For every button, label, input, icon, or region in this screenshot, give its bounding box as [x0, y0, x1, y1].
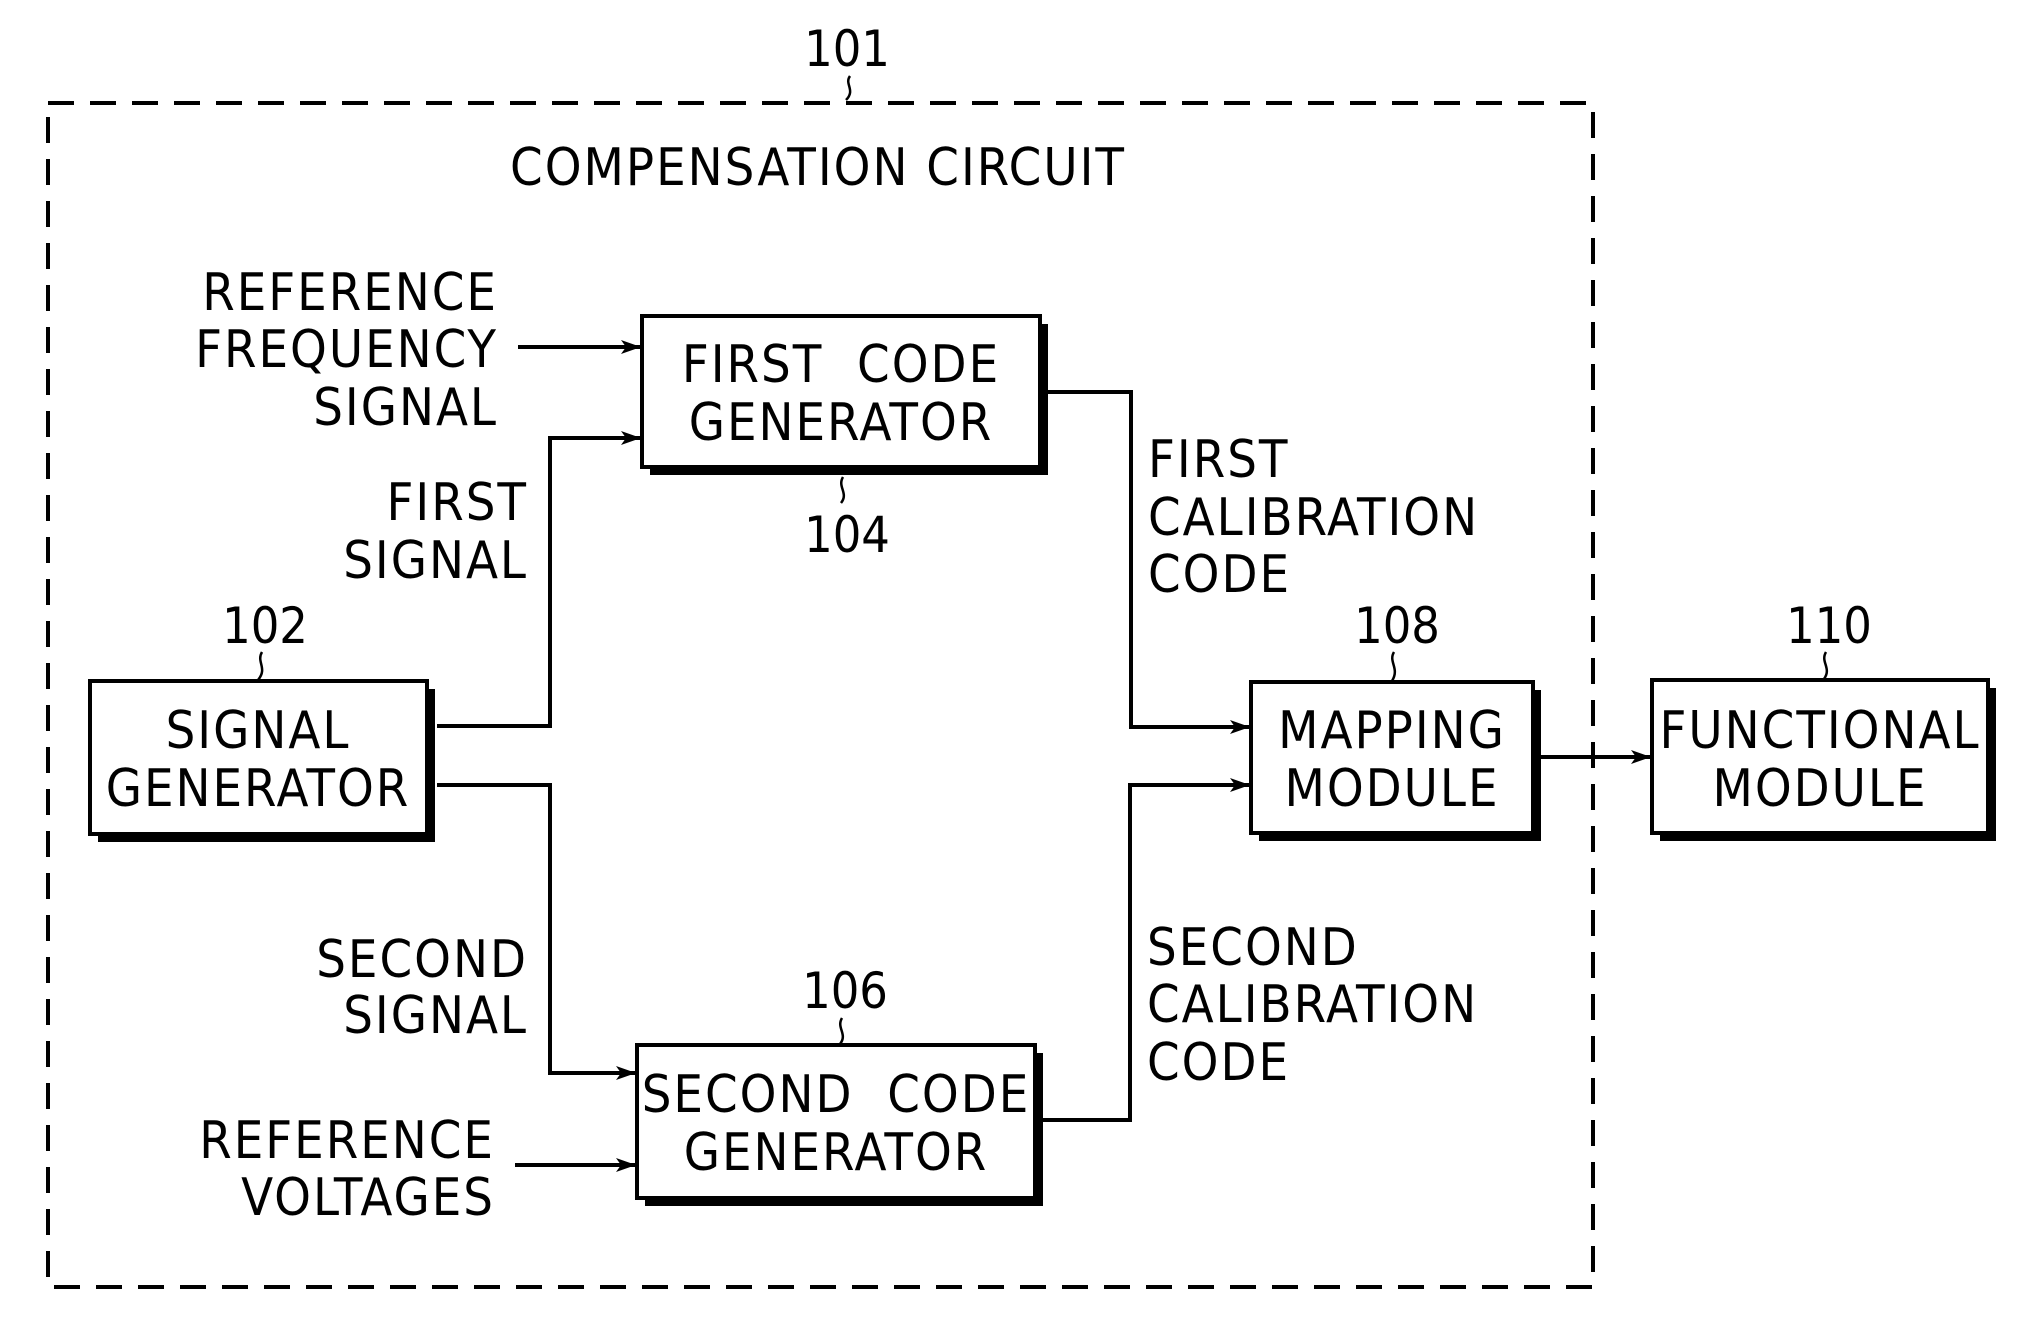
mapping-module-label-line2: MODULE — [1284, 759, 1499, 819]
first-calibration-code-label-line2: CALIBRATION — [1148, 488, 1479, 548]
first-code-generator-leader — [839, 476, 846, 504]
second-calibration-code-label-line2: CALIBRATION — [1147, 975, 1478, 1035]
signal-generator-label-line1: SIGNAL — [166, 701, 351, 761]
mapping-module-ref: 108 — [1354, 597, 1440, 655]
second-code-generator-block: SECOND CODE GENERATOR 106 — [635, 962, 1043, 1206]
first-calibration-code-label-line1: FIRST — [1148, 430, 1289, 490]
functional-module-block: FUNCTIONAL MODULE 110 — [1650, 597, 1996, 841]
signal-generator-block: SIGNAL GENERATOR 102 — [88, 597, 435, 842]
signal-generator-leader — [256, 651, 264, 681]
container-leader-line — [845, 75, 852, 101]
first-code-generator-label-line1: FIRST CODE — [682, 335, 1000, 395]
first-code-generator-ref: 104 — [804, 506, 890, 564]
mapping-module-leader — [1390, 651, 1397, 682]
mapping-module-label-line1: MAPPING — [1278, 701, 1506, 761]
reference-frequency-label-line2: FREQUENCY — [195, 320, 498, 380]
container-title: COMPENSATION CIRCUIT — [510, 138, 1126, 198]
signal-generator-label-line2: GENERATOR — [106, 759, 411, 819]
block-diagram: 101 COMPENSATION CIRCUIT SIGNAL GENERATO… — [46, 20, 1996, 1289]
reference-frequency-label-line3: SIGNAL — [313, 378, 498, 438]
second-signal-label-line2: SIGNAL — [343, 986, 528, 1046]
functional-module-label-line2: MODULE — [1712, 759, 1927, 819]
second-code-generator-ref: 106 — [802, 962, 888, 1020]
container-ref-label: 101 — [804, 20, 890, 78]
signal-generator-ref: 102 — [222, 597, 308, 655]
second-code-generator-leader — [838, 1017, 845, 1045]
reference-frequency-label-line1: REFERENCE — [202, 263, 498, 323]
mapping-module-block: MAPPING MODULE 108 — [1249, 597, 1541, 841]
functional-module-label-line1: FUNCTIONAL — [1659, 701, 1980, 761]
second-signal-label-line1: SECOND — [316, 930, 528, 990]
first-code-generator-label-line2: GENERATOR — [689, 393, 994, 453]
second-code-generator-label-line1: SECOND CODE — [642, 1065, 1031, 1125]
reference-voltages-label-line1: REFERENCE — [199, 1111, 495, 1171]
functional-module-ref: 110 — [1786, 597, 1872, 655]
first-signal-label-line2: SIGNAL — [343, 531, 528, 591]
second-calibration-code-label-line1: SECOND — [1147, 918, 1359, 978]
first-calibration-code-label-line3: CODE — [1148, 545, 1291, 605]
reference-voltages-label-line2: VOLTAGES — [241, 1168, 495, 1228]
functional-module-leader — [1822, 651, 1829, 680]
second-calibration-code-label-line3: CODE — [1147, 1033, 1290, 1093]
second-code-generator-label-line2: GENERATOR — [684, 1123, 989, 1183]
first-signal-label-line1: FIRST — [387, 473, 528, 533]
first-code-generator-block: FIRST CODE GENERATOR 104 — [640, 314, 1048, 564]
